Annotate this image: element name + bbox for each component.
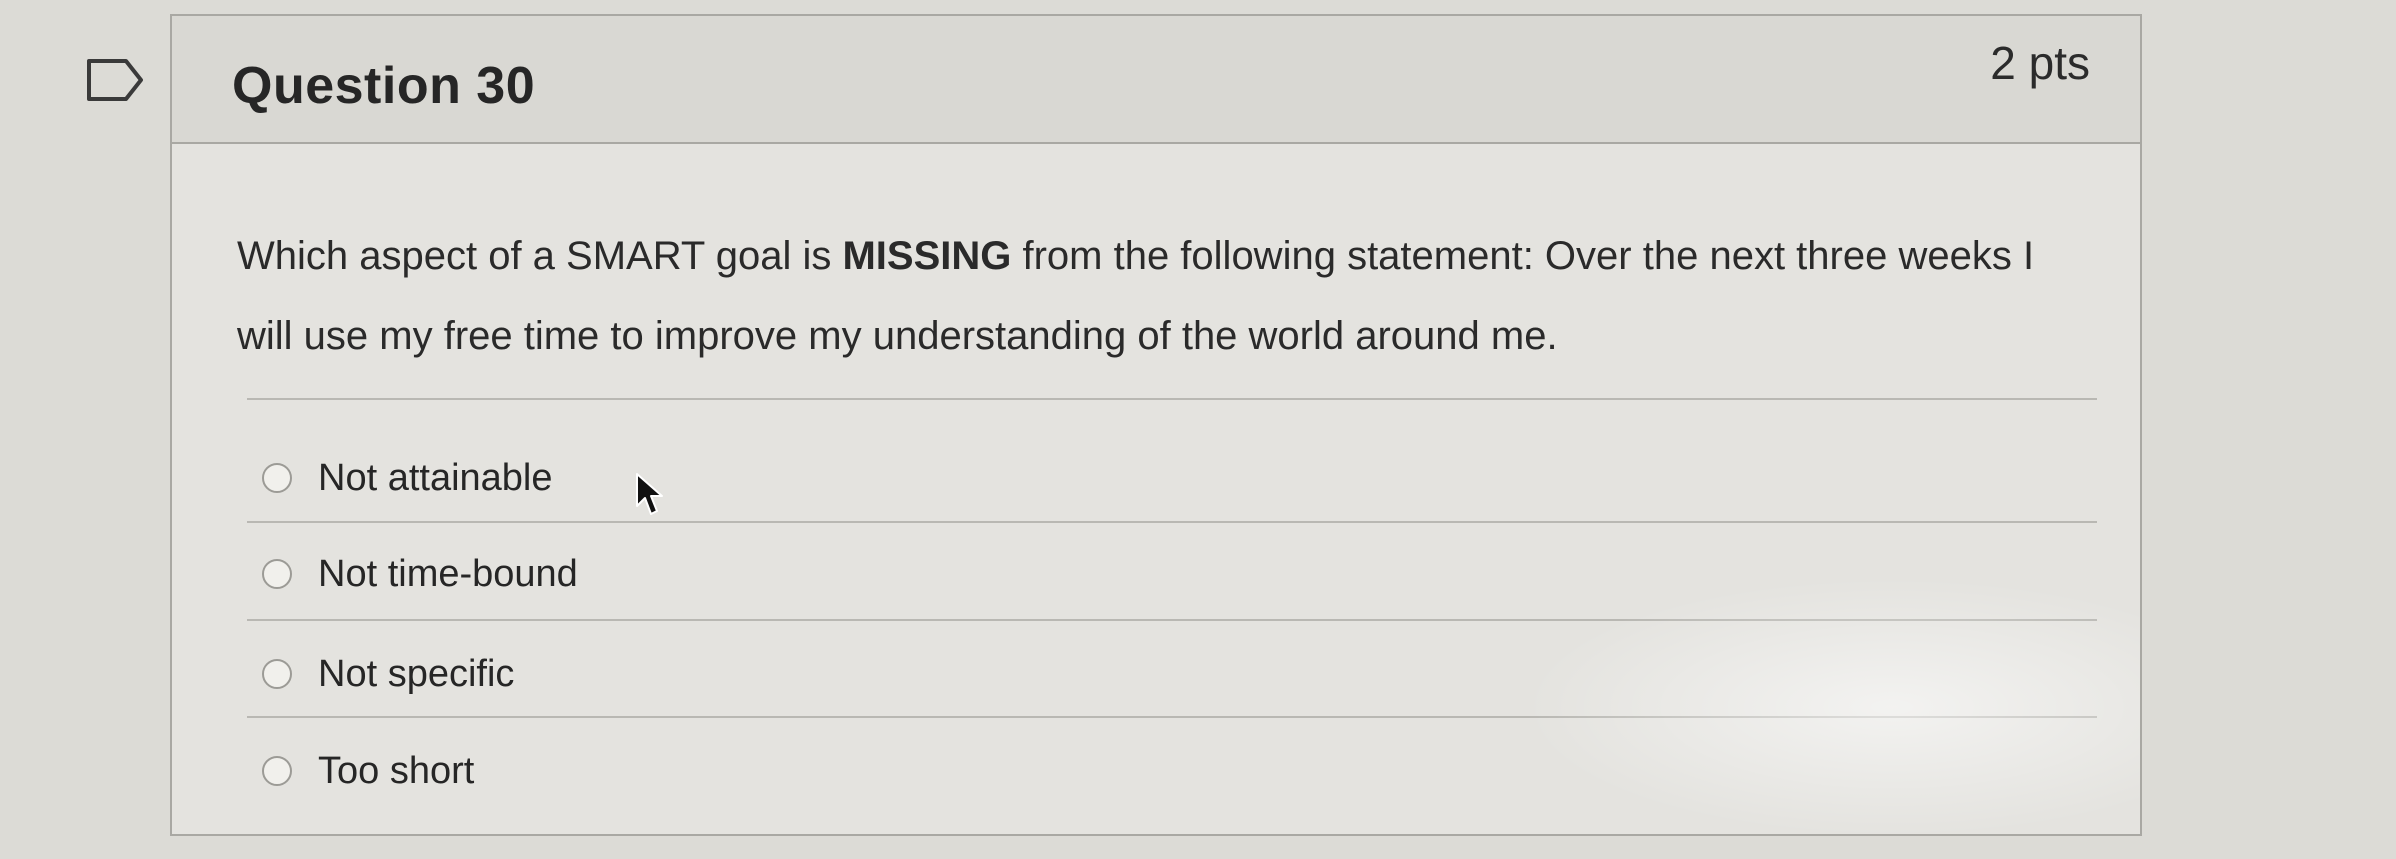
radio-button-icon[interactable] — [262, 659, 292, 689]
radio-button-icon[interactable] — [262, 756, 292, 786]
flag-question-icon[interactable] — [86, 58, 144, 102]
answer-option-too-short[interactable]: Too short — [262, 746, 474, 796]
question-points: 2 pts — [1990, 37, 2090, 89]
radio-button-icon[interactable] — [262, 559, 292, 589]
answer-label: Too short — [318, 749, 475, 792]
answer-option-not-specific[interactable]: Not specific — [262, 649, 514, 699]
answer-divider — [247, 716, 2097, 718]
answer-option-not-time-bound[interactable]: Not time-bound — [262, 549, 578, 599]
answers-divider — [247, 398, 2097, 400]
question-text-start: Which aspect of a SMART goal is — [237, 234, 843, 278]
mouse-pointer-icon — [636, 473, 663, 515]
question-title: Question 30 — [232, 57, 536, 115]
question-text-emphasis: MISSING — [842, 234, 1012, 278]
answer-divider — [247, 619, 2097, 621]
answer-label: Not specific — [318, 652, 515, 695]
radio-button-icon[interactable] — [262, 463, 292, 493]
screen-glare — [1520, 576, 2140, 834]
answer-label: Not attainable — [318, 456, 553, 499]
answer-divider — [247, 521, 2097, 523]
answer-option-not-attainable[interactable]: Not attainable — [262, 453, 553, 503]
question-header: Question 30 2 pts — [172, 16, 2140, 144]
question-text: Which aspect of a SMART goal is MISSING … — [237, 216, 2097, 376]
answer-label: Not time-bound — [318, 552, 578, 595]
question-card: Question 30 2 pts Which aspect of a SMAR… — [170, 14, 2142, 836]
